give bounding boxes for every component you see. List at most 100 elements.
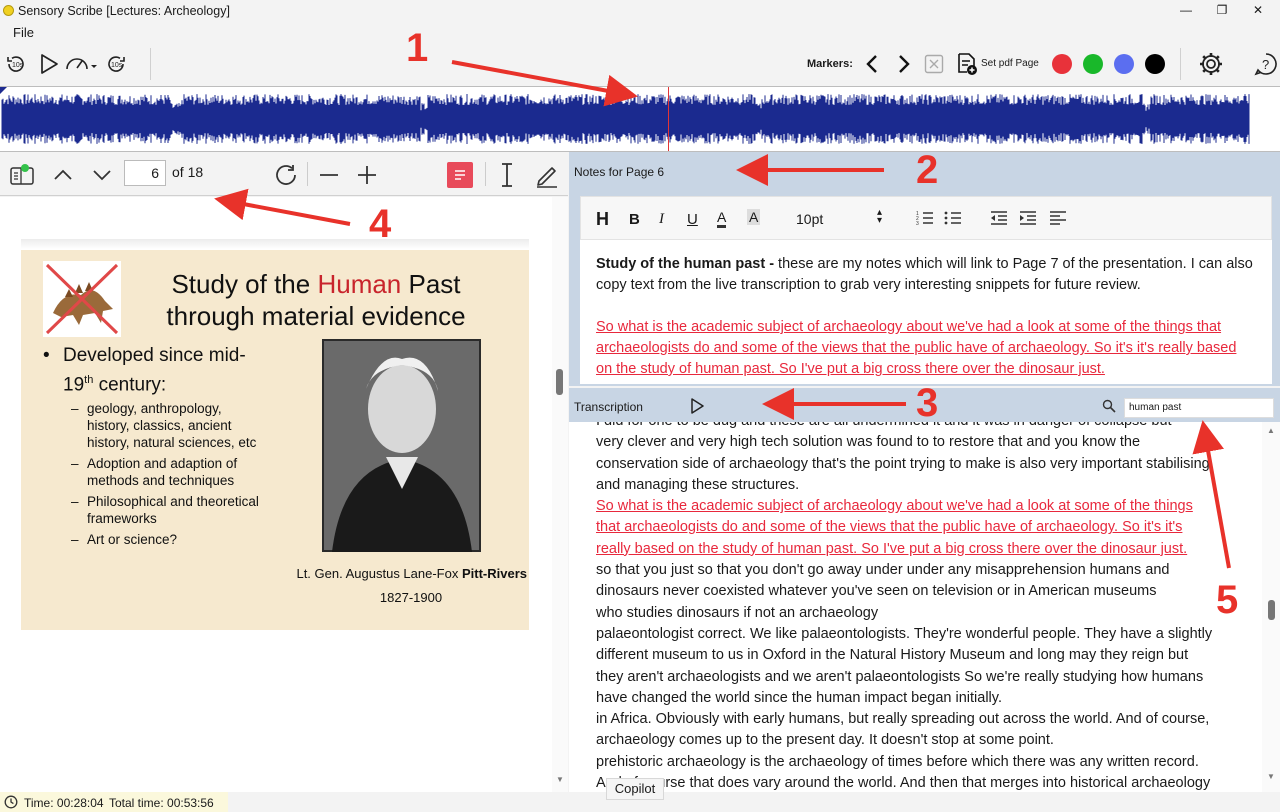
help-button[interactable]: ? [1253, 51, 1279, 77]
audio-waveform[interactable] [0, 86, 1280, 152]
formatting-toolbar: H B I U A A 10pt ▴ ▾ 123 [580, 196, 1272, 240]
transcription-scroll-thumb[interactable] [1268, 600, 1275, 620]
crossed-dinosaur-image [43, 261, 121, 337]
transcription-line: archaeology comes up to the present day.… [596, 732, 1054, 749]
svg-text:10s: 10s [12, 62, 24, 69]
align-left-icon [1050, 211, 1066, 225]
play-icon [691, 398, 704, 414]
toggle-sidebar-button[interactable] [8, 163, 36, 187]
notes-toggle-button[interactable] [447, 162, 473, 188]
slide-sub-bullets: – geology, anthropology, history, classic… [71, 401, 259, 547]
maximize-button[interactable]: ❐ [1202, 0, 1242, 22]
previous-page-button[interactable] [50, 164, 76, 186]
notes-title: Notes for Page 6 [574, 165, 665, 179]
app-icon [3, 5, 14, 16]
slide-title-pre: Study of the [171, 269, 318, 299]
settings-button[interactable] [1197, 50, 1225, 78]
indent-button[interactable] [1018, 209, 1038, 227]
transcription-line: dinosaurs never coexisted whatever you'v… [596, 583, 1157, 600]
notes-editor[interactable]: Study of the human past - these are my n… [580, 240, 1272, 384]
forward-10s-button[interactable]: 10s [103, 51, 129, 77]
sub-bullet-1: geology, anthropology, history, classics… [87, 401, 257, 450]
scroll-down-arrow[interactable]: ▼ [556, 775, 564, 784]
toolbar-divider [150, 48, 151, 80]
menu-file[interactable]: File [13, 25, 34, 40]
font-color-button[interactable]: A [717, 209, 727, 228]
playhead-cursor[interactable] [668, 87, 669, 151]
bullet-1-line-b: 19 [63, 374, 85, 396]
minimize-button[interactable]: — [1166, 0, 1206, 22]
transcription-line: and managing these structures. [596, 476, 800, 493]
bullet-1-line-a: Developed since mid- [63, 345, 246, 366]
svg-text:3: 3 [916, 221, 919, 226]
next-marker-button[interactable] [894, 53, 914, 75]
annotate-button[interactable] [533, 161, 561, 189]
sub-bullet-2: Adoption and adaption of methods and tec… [87, 456, 238, 488]
sidebar-icon [10, 164, 34, 185]
next-page-button[interactable] [89, 164, 115, 186]
transcription-line: different museum to us in Oxford in the … [596, 647, 1189, 664]
italic-button[interactable]: I [659, 211, 664, 228]
page-number-input[interactable]: 6 [124, 160, 166, 186]
total-time: Total time: 00:53:56 [109, 796, 214, 810]
font-size-stepper-icon[interactable]: ▴ ▾ [877, 208, 882, 226]
transcription-scrollbar[interactable]: ▲ ▼ [1262, 422, 1280, 792]
set-pdf-page-button[interactable]: Set pdf Page [981, 58, 1039, 69]
text-select-button[interactable] [495, 161, 519, 189]
marker-blue-button[interactable] [1114, 54, 1134, 74]
close-button[interactable]: ✕ [1238, 0, 1278, 22]
indent-icon [1020, 211, 1036, 225]
transcription-play-button[interactable] [687, 397, 707, 415]
heading-button[interactable]: H [596, 209, 609, 230]
marker-green-button[interactable] [1083, 54, 1103, 74]
outdent-button[interactable] [989, 209, 1009, 227]
minus-icon [320, 174, 338, 176]
chevron-up-icon [54, 169, 72, 180]
rotate-button[interactable] [271, 161, 301, 189]
portrait-years: 1827-1900 [379, 590, 443, 605]
align-button[interactable] [1048, 209, 1068, 227]
transcription-line: who studies dinosaurs if not an archaeol… [596, 604, 879, 621]
font-size-select[interactable]: 10pt [796, 211, 823, 227]
chevron-right-icon [899, 55, 910, 73]
slide-bullet-1: • Developed since mid- 19th century: [43, 343, 273, 397]
previous-marker-button[interactable] [862, 53, 882, 75]
pen-icon [537, 167, 557, 188]
caption-name: Lt. Gen. Augustus Lane-Fox [296, 566, 462, 581]
play-button[interactable] [36, 51, 62, 77]
portrait-photo [322, 339, 481, 552]
play-icon [41, 54, 58, 74]
zoom-out-button[interactable] [316, 164, 342, 186]
pdf-scroll-thumb[interactable] [556, 369, 563, 395]
transcription-search-input[interactable]: human past [1124, 398, 1274, 418]
scroll-up-arrow[interactable]: ▲ [1267, 426, 1275, 435]
transcription-text[interactable]: I did for one to be dug and these are al… [569, 422, 1280, 792]
playback-speed-button[interactable] [64, 51, 98, 77]
annotation-number-1: 1 [406, 26, 429, 70]
rotate-icon [276, 165, 296, 185]
marker-red-button[interactable] [1052, 54, 1072, 74]
delete-marker-button[interactable] [923, 53, 945, 75]
underline-button[interactable]: U [687, 211, 698, 228]
transcription-line: in Africa. Obviously with early humans, … [596, 711, 1210, 728]
zoom-in-button[interactable] [354, 164, 380, 186]
svg-text:?: ? [1262, 57, 1269, 72]
highlight-color-button[interactable]: A [747, 209, 761, 225]
elapsed-time: Time: 00:28:04 [24, 796, 104, 810]
marker-black-button[interactable] [1145, 54, 1165, 74]
numbered-list-button[interactable]: 123 [915, 209, 935, 227]
forward-10-icon: 10s [108, 56, 125, 72]
transcription-line: prehistoric archaeology is the archaeolo… [596, 753, 1199, 770]
bullet-list-button[interactable] [943, 209, 963, 227]
set-pdf-page-icon-button[interactable] [955, 51, 979, 77]
pdf-toolbar-divider [307, 162, 308, 186]
chevron-down-icon [93, 170, 111, 181]
transcription-line: have changed the world since the human i… [596, 689, 1002, 706]
plus-icon [358, 166, 376, 184]
transcription-line: so that you just so that you don't go aw… [596, 562, 1170, 579]
pdf-scrollbar[interactable]: ▼ [552, 197, 568, 792]
page-count: of 18 [172, 164, 204, 180]
rewind-10s-button[interactable]: 10s [3, 51, 29, 77]
bold-button[interactable]: B [629, 211, 640, 228]
scroll-down-arrow[interactable]: ▼ [1267, 772, 1275, 781]
